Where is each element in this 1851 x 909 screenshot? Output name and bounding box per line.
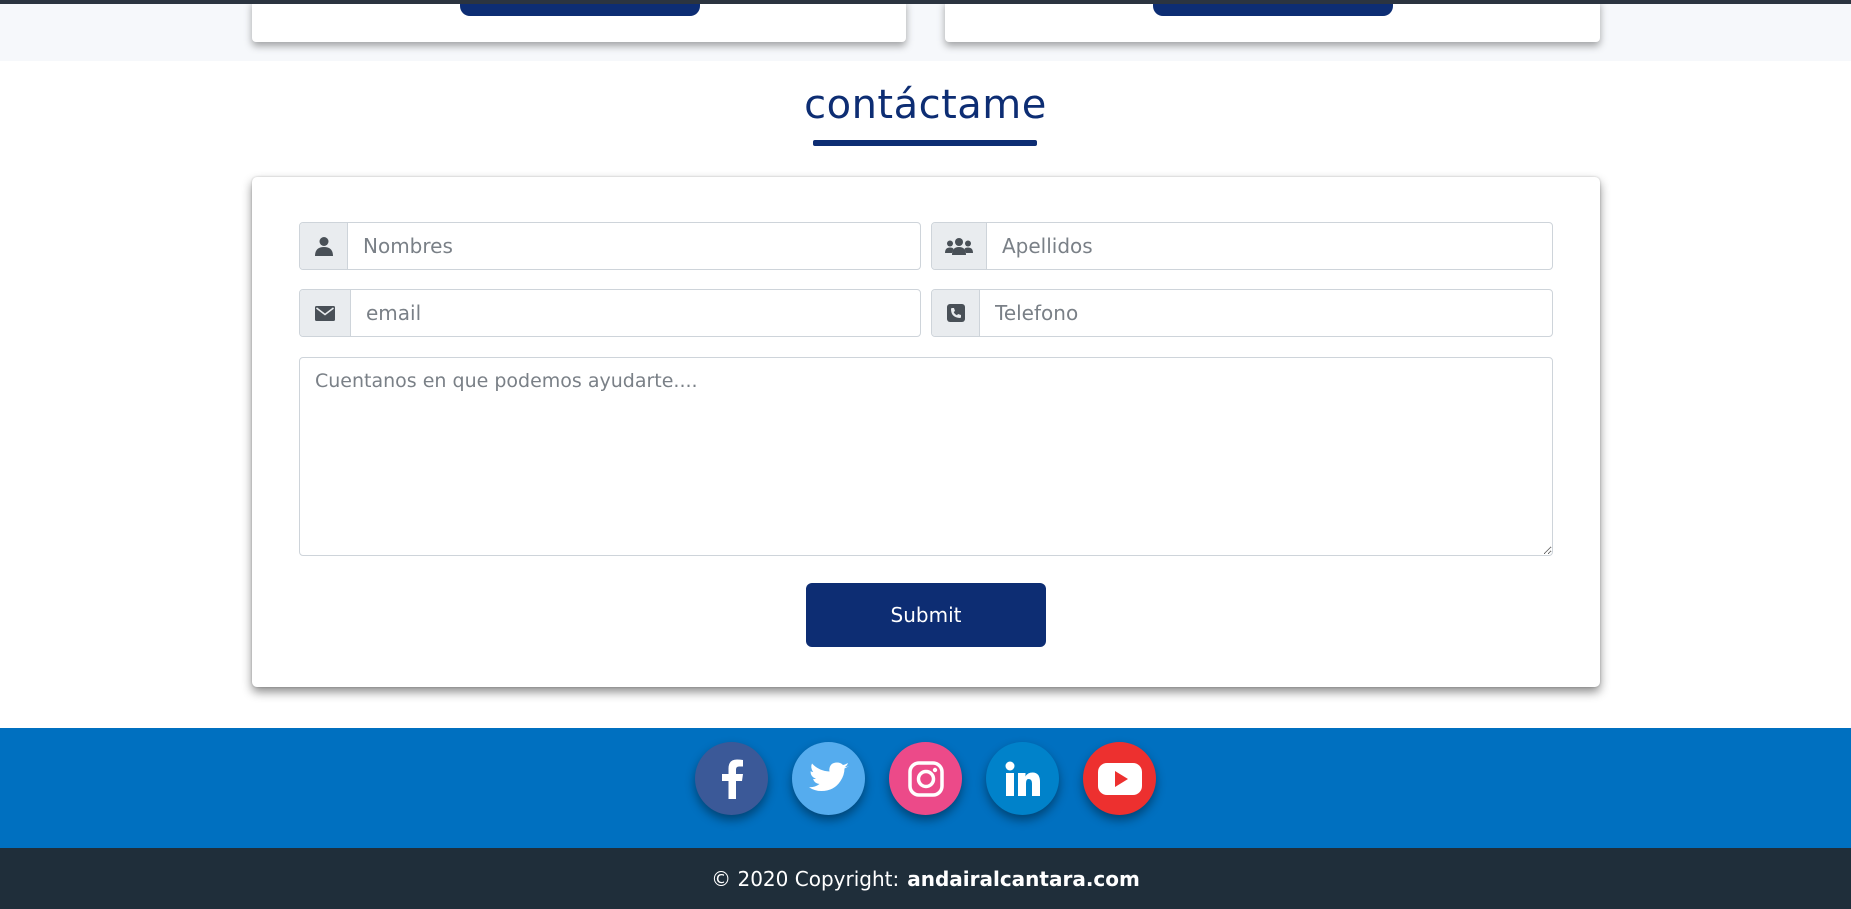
- last-name-input[interactable]: [987, 223, 1552, 269]
- envelope-icon: [300, 290, 351, 336]
- top-divider: [0, 0, 1851, 4]
- previous-section-band: [0, 0, 1851, 61]
- previous-card-right: [945, 0, 1600, 42]
- phone-input[interactable]: [980, 290, 1552, 336]
- email-group: [299, 289, 921, 337]
- contact-form: Submit: [252, 177, 1600, 687]
- copyright-text: © 2020 Copyright:: [711, 866, 900, 891]
- phone-icon: [932, 290, 980, 336]
- instagram-link[interactable]: [889, 742, 962, 815]
- youtube-icon: [1097, 762, 1142, 795]
- facebook-icon: [721, 759, 743, 799]
- email-input[interactable]: [351, 290, 920, 336]
- phone-group: [931, 289, 1553, 337]
- linkedin-icon: [1005, 761, 1040, 796]
- user-icon: [300, 223, 348, 269]
- site-link[interactable]: andairalcantara.com: [907, 867, 1140, 891]
- previous-card-left: [252, 0, 906, 42]
- instagram-icon: [907, 760, 944, 797]
- submit-button[interactable]: Submit: [806, 583, 1046, 647]
- youtube-link[interactable]: [1083, 742, 1156, 815]
- facebook-link[interactable]: [695, 742, 768, 815]
- last-name-group: [931, 222, 1553, 270]
- linkedin-link[interactable]: [986, 742, 1059, 815]
- twitter-icon: [808, 762, 849, 791]
- section-title: contáctame: [804, 82, 1047, 128]
- twitter-link[interactable]: [792, 742, 865, 815]
- first-name-input[interactable]: [348, 223, 920, 269]
- first-name-group: [299, 222, 921, 270]
- message-textarea[interactable]: [299, 357, 1553, 556]
- footer: © 2020 Copyright: andairalcantara.com: [0, 848, 1851, 909]
- title-underline: [813, 140, 1037, 146]
- users-icon: [932, 223, 987, 269]
- social-links-bar: [0, 728, 1851, 848]
